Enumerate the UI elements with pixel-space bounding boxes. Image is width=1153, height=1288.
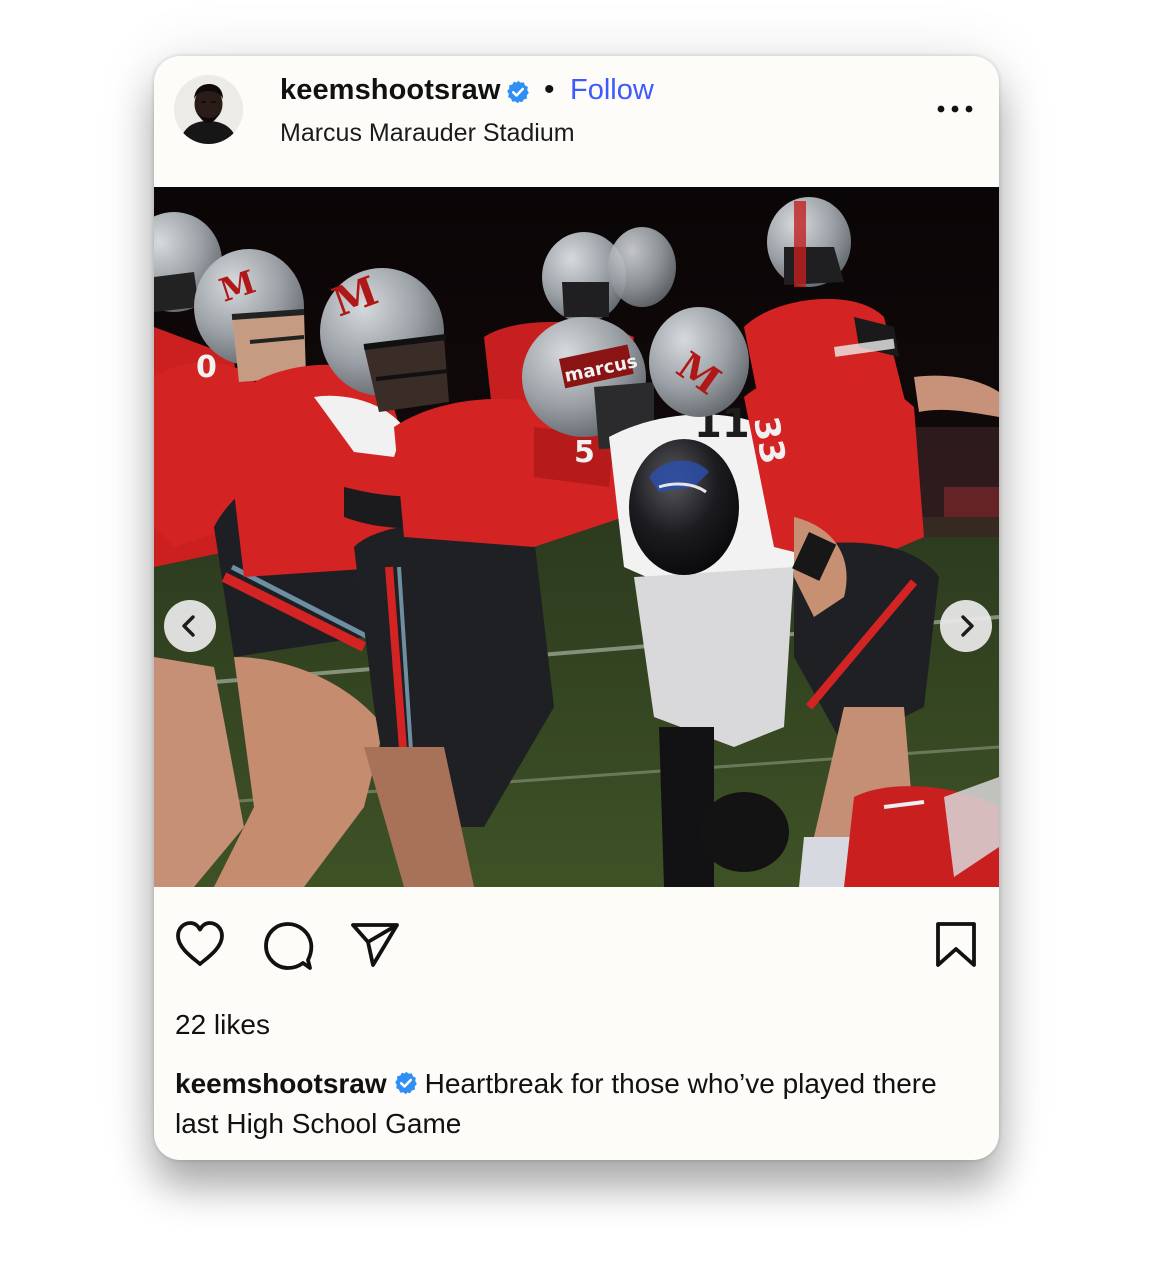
- post-header: keemshootsraw • Follow Marcus Marauder S…: [154, 56, 999, 187]
- heart-icon[interactable]: [174, 920, 226, 968]
- post-location[interactable]: Marcus Marauder Stadium: [280, 119, 575, 148]
- likes-count[interactable]: 22 likes: [175, 1009, 270, 1041]
- post-card: keemshootsraw • Follow Marcus Marauder S…: [154, 56, 999, 1160]
- jersey-number-33: 33: [745, 414, 793, 468]
- bookmark-icon[interactable]: [934, 921, 978, 969]
- verified-badge-icon: [394, 1071, 417, 1095]
- follow-button[interactable]: Follow: [570, 74, 654, 107]
- comment-icon[interactable]: [262, 920, 314, 972]
- action-bar: [154, 887, 999, 997]
- post-username[interactable]: keemshootsraw: [280, 74, 501, 107]
- chevron-right-icon: [961, 615, 974, 637]
- more-horizontal-icon[interactable]: [935, 102, 975, 116]
- football-photo: 0 M M 5 marcus 11 33 M: [154, 187, 999, 887]
- caption-username[interactable]: keemshootsraw: [175, 1068, 387, 1099]
- jersey-number-0: 0: [196, 350, 217, 385]
- chevron-left-icon: [182, 615, 195, 637]
- next-image-button[interactable]: [940, 600, 992, 652]
- post-photo[interactable]: 0 M M 5 marcus 11 33 M: [154, 187, 999, 887]
- separator-dot: •: [544, 73, 555, 106]
- paper-plane-icon[interactable]: [349, 921, 401, 969]
- verified-badge-icon: [507, 80, 529, 104]
- avatar[interactable]: [174, 75, 243, 144]
- post-caption: keemshootsraw Heartbreak for those who’v…: [175, 1064, 965, 1144]
- svg-text:5: 5: [574, 435, 595, 470]
- previous-image-button[interactable]: [164, 600, 216, 652]
